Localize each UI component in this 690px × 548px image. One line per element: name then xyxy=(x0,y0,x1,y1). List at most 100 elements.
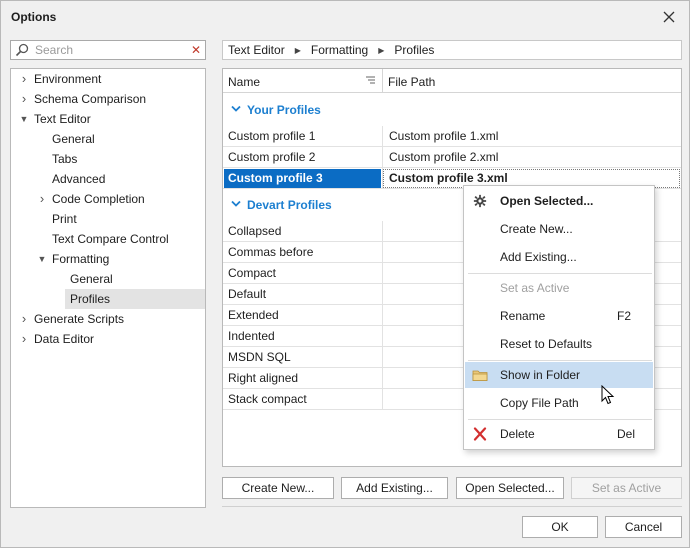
menu-item-label: Delete xyxy=(500,427,535,441)
cell-divider xyxy=(382,147,383,168)
clear-search-icon[interactable]: ✕ xyxy=(191,43,201,57)
tree-item-label: Formatting xyxy=(52,252,110,266)
collapse-arrow-icon[interactable]: ▼ xyxy=(37,249,47,269)
tree-item[interactable]: Print xyxy=(11,209,205,229)
menu-item-reset-defaults[interactable]: Reset to Defaults xyxy=(465,331,653,357)
column-divider[interactable] xyxy=(382,69,383,93)
options-dialog: Options ✕ › Environment › Schema Comparison… xyxy=(0,0,690,548)
tree-item[interactable]: ▼ Text Editor xyxy=(11,109,205,129)
tree-item-label: General xyxy=(70,272,113,286)
search-input[interactable] xyxy=(35,42,183,58)
tree-item[interactable]: General xyxy=(11,269,205,289)
footer-divider xyxy=(222,506,682,507)
ok-button[interactable]: OK xyxy=(522,516,598,538)
menu-item-copy-file-path[interactable]: Copy File Path xyxy=(465,390,653,416)
menu-item-label: Add Existing... xyxy=(500,250,577,264)
tree-item-label: Text Compare Control xyxy=(52,232,169,246)
menu-shortcut: Del xyxy=(617,427,636,441)
menu-item-delete[interactable]: Delete Del xyxy=(465,421,653,447)
profile-row[interactable]: Custom profile 1 Custom profile 1.xml xyxy=(223,126,681,147)
group-label: Your Profiles xyxy=(247,103,321,117)
window-title: Options xyxy=(11,10,57,24)
close-button[interactable] xyxy=(657,6,681,28)
tree-item-label: Environment xyxy=(34,72,102,86)
menu-shortcut: F2 xyxy=(617,309,632,323)
breadcrumb-item[interactable]: Formatting xyxy=(311,43,368,57)
profile-name: Custom profile 3 xyxy=(228,171,323,185)
cell-divider xyxy=(382,126,383,147)
menu-item-add-existing[interactable]: Add Existing... xyxy=(465,244,653,270)
chevron-down-icon[interactable] xyxy=(231,105,241,113)
tree-item-label: Advanced xyxy=(52,172,106,186)
profile-row[interactable]: Custom profile 2 Custom profile 2.xml xyxy=(223,147,681,168)
tree-item[interactable]: › Schema Comparison xyxy=(11,89,205,109)
breadcrumb-item[interactable]: Profiles xyxy=(394,43,434,57)
title-bar: Options xyxy=(1,1,689,33)
menu-item-label: Rename xyxy=(500,309,546,323)
cell-divider xyxy=(382,168,383,189)
menu-separator xyxy=(468,419,652,420)
tree-item[interactable]: Tabs xyxy=(11,149,205,169)
menu-item-label: Create New... xyxy=(500,222,573,236)
grid-header: Name File Path xyxy=(223,69,681,93)
profile-path: Custom profile 2.xml xyxy=(389,150,499,164)
cell-divider xyxy=(382,326,383,347)
tree-item[interactable]: ▼ Formatting xyxy=(11,249,205,269)
profile-group[interactable]: Your Profiles xyxy=(223,94,681,126)
tree-item-label: Generate Scripts xyxy=(34,312,125,326)
tree-item[interactable]: › Environment xyxy=(11,69,205,89)
tree-item-label: Text Editor xyxy=(34,112,91,126)
expand-arrow-icon[interactable]: › xyxy=(37,189,47,209)
expand-arrow-icon[interactable]: › xyxy=(19,309,29,329)
sort-icon[interactable] xyxy=(366,75,376,85)
profile-name: Collapsed xyxy=(228,224,282,238)
collapse-arrow-icon[interactable]: ▼ xyxy=(19,109,29,129)
profile-name: Default xyxy=(228,287,267,301)
open-selected-button[interactable]: Open Selected... xyxy=(456,477,564,499)
column-header-path[interactable]: File Path xyxy=(388,75,435,89)
cell-divider xyxy=(382,263,383,284)
menu-item-label: Set as Active xyxy=(500,281,570,295)
cell-divider xyxy=(382,221,383,242)
set-as-active-button[interactable]: Set as Active xyxy=(571,477,682,499)
tree-item-label: Code Completion xyxy=(52,192,145,206)
menu-separator xyxy=(468,360,652,361)
profile-path: Custom profile 1.xml xyxy=(389,129,499,143)
tree-item[interactable]: General xyxy=(11,129,205,149)
tree-item[interactable]: Advanced xyxy=(11,169,205,189)
tree-item[interactable]: Profiles xyxy=(65,289,205,309)
profile-name: Commas before xyxy=(228,245,314,259)
menu-item-label: Reset to Defaults xyxy=(500,337,593,351)
tree-item-label: Schema Comparison xyxy=(34,92,147,106)
tree-item[interactable]: › Code Completion xyxy=(11,189,205,209)
add-existing-button[interactable]: Add Existing... xyxy=(341,477,448,499)
close-icon xyxy=(663,11,675,23)
profile-name: Compact xyxy=(228,266,277,280)
cancel-button[interactable]: Cancel xyxy=(605,516,682,538)
create-new-button[interactable]: Create New... xyxy=(222,477,334,499)
menu-item-label: Open Selected... xyxy=(500,194,594,208)
profile-name: Stack compact xyxy=(228,392,307,406)
menu-item-rename[interactable]: Rename F2 xyxy=(465,303,653,329)
breadcrumb-separator-icon: ▶ xyxy=(378,45,385,55)
menu-item-set-as-active[interactable]: Set as Active xyxy=(465,275,653,301)
expand-arrow-icon[interactable]: › xyxy=(19,329,29,349)
profile-name: MSDN SQL xyxy=(228,350,291,364)
menu-item-create-new[interactable]: Create New... xyxy=(465,216,653,242)
profile-name: Custom profile 2 xyxy=(228,150,316,164)
profile-name: Indented xyxy=(228,329,275,343)
tree-item[interactable]: › Data Editor xyxy=(11,329,205,349)
tree-item[interactable]: › Generate Scripts xyxy=(11,309,205,329)
menu-item-open-selected[interactable]: Open Selected... xyxy=(465,188,653,214)
expand-arrow-icon[interactable]: › xyxy=(19,89,29,109)
expand-arrow-icon[interactable]: › xyxy=(19,69,29,89)
tree-item[interactable]: Text Compare Control xyxy=(11,229,205,249)
profile-path: Custom profile 3.xml xyxy=(389,171,508,185)
column-header-name[interactable]: Name xyxy=(228,75,260,89)
menu-item-show-in-folder[interactable]: Show in Folder xyxy=(465,362,653,388)
tree-item-label: General xyxy=(52,132,95,146)
profile-name: Right aligned xyxy=(228,371,299,385)
breadcrumb-item[interactable]: Text Editor xyxy=(228,43,285,57)
delete-icon xyxy=(473,427,487,441)
chevron-down-icon[interactable] xyxy=(231,200,241,208)
